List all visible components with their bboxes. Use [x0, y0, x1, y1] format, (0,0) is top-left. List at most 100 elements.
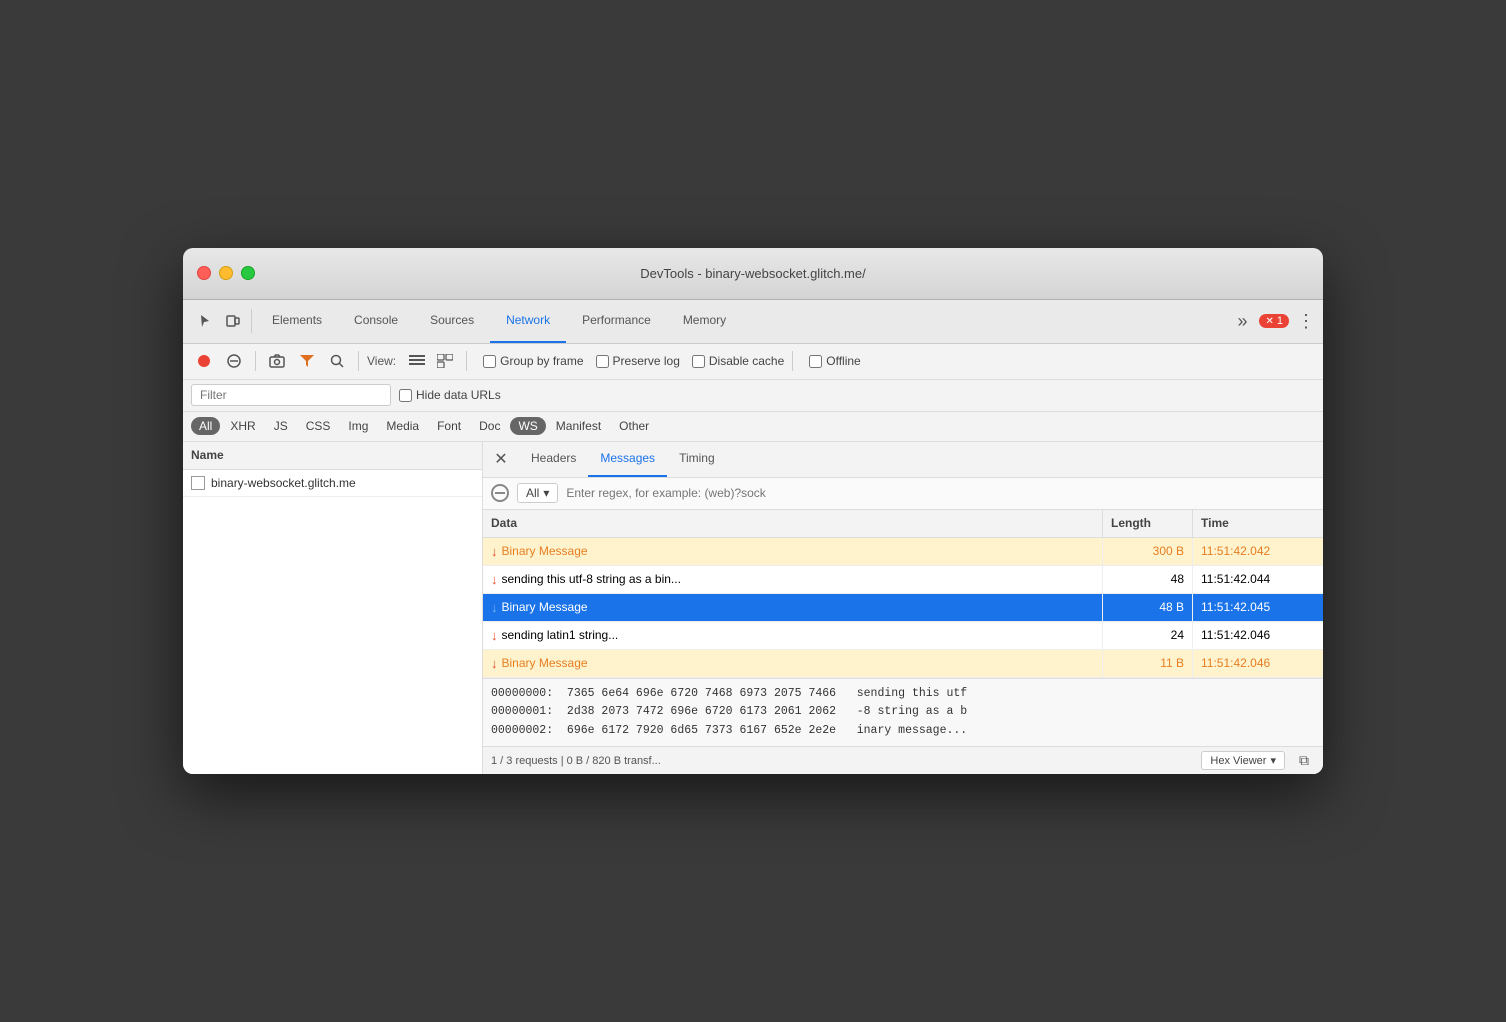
- message-data-cell: ↓ Binary Message: [483, 538, 1103, 565]
- filter-button[interactable]: [294, 348, 320, 374]
- network-toolbar: View:: [183, 344, 1323, 380]
- filter-type-all[interactable]: All: [191, 417, 220, 435]
- filter-type-doc[interactable]: Doc: [471, 417, 508, 435]
- message-data-text: sending latin1 string...: [502, 628, 619, 642]
- message-data-cell: ↓ Binary Message: [483, 650, 1103, 677]
- device-mode-button[interactable]: [219, 307, 247, 335]
- arrow-down-icon: ↓: [491, 656, 498, 671]
- request-icon: [191, 476, 205, 490]
- close-button[interactable]: [197, 266, 211, 280]
- message-time-cell: 11:51:42.046: [1193, 622, 1323, 649]
- messages-search-input[interactable]: [566, 486, 1315, 500]
- view-buttons: [404, 348, 458, 374]
- devtools-window: DevTools - binary-websocket.glitch.me/ E…: [183, 248, 1323, 774]
- message-data-cell: ↓ Binary Message: [483, 594, 1103, 621]
- tree-view-button[interactable]: [432, 348, 458, 374]
- list-view-button[interactable]: [404, 348, 430, 374]
- search-button[interactable]: [324, 348, 350, 374]
- tab-timing[interactable]: Timing: [667, 442, 727, 477]
- minimize-button[interactable]: [219, 266, 233, 280]
- left-panel: Name binary-websocket.glitch.me: [183, 442, 483, 774]
- tabs-bar: Elements Console Sources Network Perform…: [183, 300, 1323, 344]
- messages-table-header: Data Length Time: [483, 510, 1323, 538]
- message-data-text: Binary Message: [502, 656, 588, 670]
- tab-console[interactable]: Console: [338, 300, 414, 343]
- hide-data-urls-label: Hide data URLs: [416, 388, 501, 402]
- status-bar: 1 / 3 requests | 0 B / 820 B transf... H…: [483, 746, 1323, 774]
- message-data-cell: ↓ sending this utf-8 string as a bin...: [483, 566, 1103, 593]
- filter-type-img[interactable]: Img: [340, 417, 376, 435]
- devtools-body: Elements Console Sources Network Perform…: [183, 300, 1323, 774]
- hex-viewer-dropdown-button[interactable]: Hex Viewer ▾: [1201, 751, 1285, 770]
- tab-headers[interactable]: Headers: [519, 442, 588, 477]
- cursor-tool-button[interactable]: [191, 307, 219, 335]
- tab-sources[interactable]: Sources: [414, 300, 490, 343]
- error-badge: ✕ 1: [1259, 314, 1289, 328]
- hex-viewer-panel: 00000000: 7365 6e64 696e 6720 7468 6973 …: [483, 678, 1323, 746]
- table-row[interactable]: ↓ Binary Message 11 B 11:51:42.046: [483, 650, 1323, 678]
- message-length-cell: 48 B: [1103, 594, 1193, 621]
- content-area: Name binary-websocket.glitch.me ✕ Header…: [183, 442, 1323, 774]
- header-length: Length: [1103, 510, 1193, 537]
- messages-table: Data Length Time ↓ Binary Message 300 B: [483, 510, 1323, 678]
- table-row[interactable]: ↓ sending this utf-8 string as a bin... …: [483, 566, 1323, 594]
- table-row[interactable]: ↓ Binary Message 48 B 11:51:42.045: [483, 594, 1323, 622]
- message-data-cell: ↓ sending latin1 string...: [483, 622, 1103, 649]
- request-name: binary-websocket.glitch.me: [211, 476, 356, 490]
- copy-button[interactable]: ⧉: [1293, 750, 1315, 772]
- disable-cache-checkbox[interactable]: [692, 355, 705, 368]
- list-item[interactable]: binary-websocket.glitch.me: [183, 470, 482, 497]
- tab-network[interactable]: Network: [490, 300, 566, 343]
- tab-elements[interactable]: Elements: [256, 300, 338, 343]
- close-detail-button[interactable]: ✕: [491, 449, 511, 469]
- filter-type-css[interactable]: CSS: [298, 417, 339, 435]
- toolbar-sep-3: [466, 351, 467, 371]
- message-time-cell: 11:51:42.045: [1193, 594, 1323, 621]
- offline-checkbox[interactable]: [809, 355, 822, 368]
- header-data: Data: [483, 510, 1103, 537]
- more-tabs-button[interactable]: »: [1233, 311, 1251, 332]
- preserve-log-checkbox[interactable]: [596, 355, 609, 368]
- tab-messages[interactable]: Messages: [588, 442, 667, 477]
- toolbar-sep-1: [255, 351, 256, 371]
- filter-type-xhr[interactable]: XHR: [222, 417, 263, 435]
- table-row[interactable]: ↓ sending latin1 string... 24 11:51:42.0…: [483, 622, 1323, 650]
- filter-type-font[interactable]: Font: [429, 417, 469, 435]
- filter-type-ws[interactable]: WS: [510, 417, 545, 435]
- message-data-text: Binary Message: [502, 544, 588, 558]
- filter-types-bar: All XHR JS CSS Img Media Font Doc WS Man…: [183, 412, 1323, 442]
- clear-button[interactable]: [221, 348, 247, 374]
- messages-filter-bar: All ▾: [483, 478, 1323, 510]
- message-length-cell: 48: [1103, 566, 1193, 593]
- message-data-text: sending this utf-8 string as a bin...: [502, 572, 681, 586]
- message-data-text: Binary Message: [502, 600, 588, 614]
- filter-input[interactable]: [191, 384, 391, 406]
- messages-type-dropdown[interactable]: All ▾: [517, 483, 558, 503]
- devtools-menu-button[interactable]: ⋮: [1297, 311, 1315, 332]
- hide-data-urls-checkbox[interactable]: [399, 389, 412, 402]
- tab-bar-end: » ✕ 1 ⋮: [1233, 311, 1315, 332]
- filter-type-manifest[interactable]: Manifest: [548, 417, 609, 435]
- filter-type-media[interactable]: Media: [378, 417, 427, 435]
- hex-line: 00000002: 696e 6172 7920 6d65 7373 6167 …: [491, 722, 1315, 740]
- tab-memory[interactable]: Memory: [667, 300, 742, 343]
- disable-cache-checkbox-group: Disable cache: [692, 354, 784, 368]
- filter-type-other[interactable]: Other: [611, 417, 657, 435]
- group-by-frame-checkbox[interactable]: [483, 355, 496, 368]
- requests-header: Name: [183, 442, 482, 470]
- arrow-down-blue-icon: ↓: [491, 600, 498, 615]
- offline-checkbox-group: Offline: [809, 354, 860, 368]
- offline-label: Offline: [826, 354, 860, 368]
- camera-button[interactable]: [264, 348, 290, 374]
- tab-separator: [251, 309, 252, 333]
- table-row[interactable]: ↓ Binary Message 300 B 11:51:42.042: [483, 538, 1323, 566]
- filter-type-js[interactable]: JS: [266, 417, 296, 435]
- maximize-button[interactable]: [241, 266, 255, 280]
- tab-performance[interactable]: Performance: [566, 300, 667, 343]
- status-requests-text: 1 / 3 requests | 0 B / 820 B transf...: [491, 755, 1201, 767]
- message-time-cell: 11:51:42.044: [1193, 566, 1323, 593]
- right-panel: ✕ Headers Messages Timing All: [483, 442, 1323, 774]
- tabs-list: Elements Console Sources Network Perform…: [256, 300, 1233, 343]
- record-button[interactable]: [191, 348, 217, 374]
- arrow-down-icon: ↓: [491, 572, 498, 587]
